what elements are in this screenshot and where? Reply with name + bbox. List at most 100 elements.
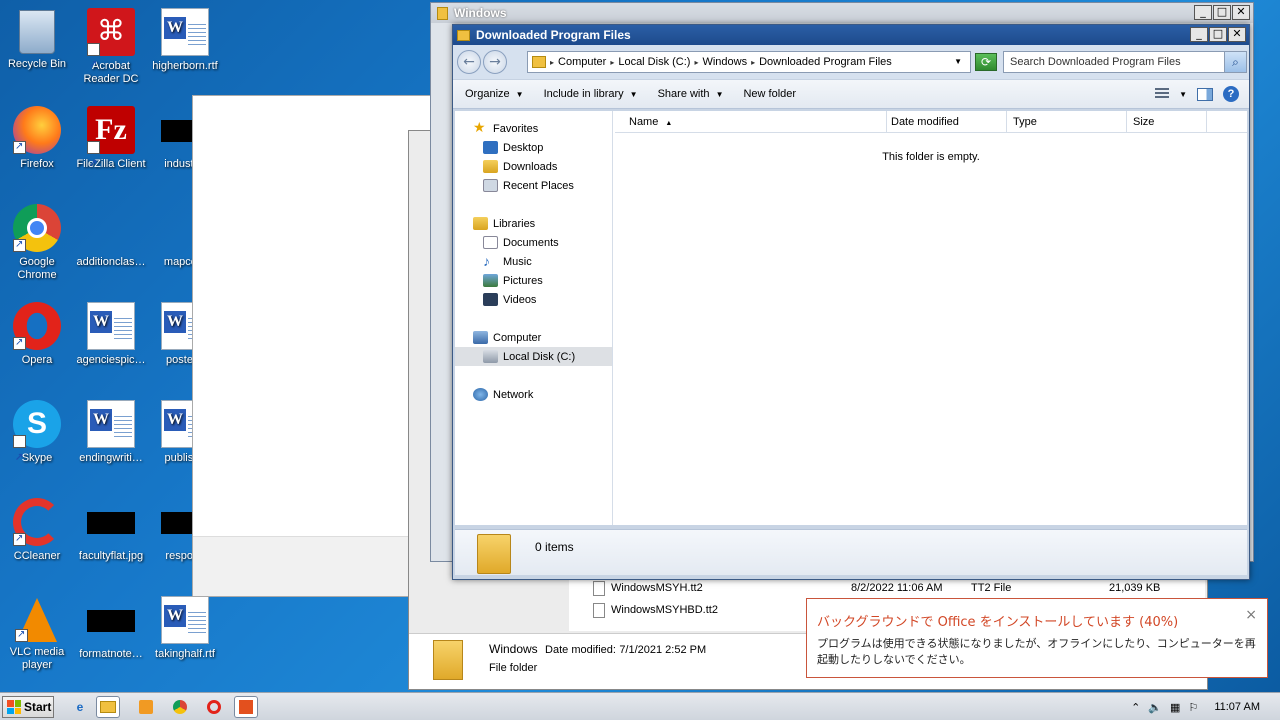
show-hidden-icons-icon[interactable]: ⌃	[1131, 701, 1140, 714]
opera-icon[interactable]	[202, 696, 226, 718]
refresh-button[interactable]: ⟳	[975, 53, 997, 71]
clock[interactable]: 11:07 AM	[1214, 701, 1260, 713]
include-in-library-menu[interactable]: Include in library ▼	[544, 88, 638, 100]
breadcrumb-local-disk[interactable]: Local Disk (C:)	[618, 56, 690, 68]
desktop-icon-vlc[interactable]: VLC media player	[0, 596, 74, 672]
file-list[interactable]: Name ▲ Date modified Type Size This fold…	[615, 111, 1247, 525]
action-center-flag-icon[interactable]: ⚐	[1188, 701, 1198, 714]
column-header-type[interactable]: Type	[1007, 111, 1127, 132]
nav-pictures[interactable]: Pictures	[483, 271, 543, 290]
desktop-icon-acrobat[interactable]: ⌘ Acrobat Reader DC	[74, 8, 148, 88]
back-button[interactable]: ←	[457, 50, 481, 74]
desktop-icon-higherborn[interactable]: higherborn.rtf	[148, 8, 222, 73]
minimize-button[interactable]: _	[1194, 5, 1212, 20]
close-button[interactable]: ✕	[1228, 27, 1246, 42]
column-header-size[interactable]: Size	[1127, 111, 1207, 132]
search-icon[interactable]: ⌕	[1224, 52, 1246, 72]
network-icon	[473, 388, 488, 401]
desktop-icon-label: CCleaner	[13, 550, 61, 562]
media-player-icon[interactable]	[134, 696, 158, 718]
close-button[interactable]: ✕	[1232, 5, 1250, 20]
breadcrumb-computer[interactable]: Computer	[558, 56, 606, 68]
office-install-notification[interactable]: バックグラウンドで Office をインストールしています (40%) × プロ…	[806, 598, 1268, 678]
network-icon[interactable]: ▦	[1170, 701, 1180, 714]
nav-music[interactable]: ♪ Music	[483, 252, 532, 271]
nav-recent-places[interactable]: Recent Places	[483, 176, 574, 195]
share-with-menu[interactable]: Share with ▼	[658, 88, 724, 100]
desktop-icon-facultyflat[interactable]: facultyflat.jpg	[74, 498, 148, 563]
volume-icon[interactable]: 🔈	[1148, 701, 1162, 714]
folder-icon	[437, 6, 448, 20]
file-size: 21,039 KB	[1109, 582, 1161, 594]
help-icon[interactable]: ?	[1223, 86, 1239, 102]
details-date-label: Date modified:	[545, 644, 616, 656]
file-explorer-icon[interactable]	[96, 696, 120, 718]
nav-libraries[interactable]: Libraries	[473, 214, 535, 233]
desktop-icon-chrome[interactable]: Google Chrome	[0, 204, 74, 282]
blank-window[interactable]	[192, 95, 432, 597]
folder-icon	[433, 640, 463, 680]
nav-documents[interactable]: Documents	[483, 233, 559, 252]
windows-window-titlebar: Windows	[431, 3, 1253, 23]
recycle-bin-icon	[19, 10, 55, 54]
nav-videos[interactable]: Videos	[483, 290, 536, 309]
nav-downloads[interactable]: Downloads	[483, 157, 557, 176]
maximize-button[interactable]: □	[1213, 5, 1231, 20]
blank-window-footer	[193, 536, 431, 596]
desktop-icon-ccleaner[interactable]: CCleaner	[0, 498, 74, 563]
desktop-icon-label: Firefox	[20, 158, 54, 170]
internet-explorer-icon[interactable]: e	[68, 696, 92, 718]
blank-file-icon	[87, 204, 135, 252]
desktop-icon-label: formatnote…	[79, 648, 143, 660]
file-type: TT2 File	[971, 582, 1012, 594]
column-header-date-modified[interactable]: Date modified	[887, 111, 1007, 132]
desktop-icon-label: Skype	[21, 452, 53, 464]
details-type: File folder	[489, 662, 538, 674]
close-icon[interactable]: ×	[1245, 607, 1257, 623]
desktop-icon-firefox[interactable]: Firefox	[0, 106, 74, 171]
column-header-name[interactable]: Name ▲	[615, 111, 887, 132]
shortcut-arrow-icon	[13, 532, 26, 546]
nav-desktop[interactable]: Desktop	[483, 138, 543, 157]
chevron-down-icon[interactable]: ▼	[1179, 90, 1187, 99]
word-doc-icon	[87, 302, 135, 350]
maximize-button[interactable]: □	[1209, 27, 1227, 42]
breadcrumb-windows[interactable]: Windows	[702, 56, 747, 68]
desktop-icon-recycle-bin[interactable]: Recycle Bin	[0, 8, 74, 71]
organize-menu[interactable]: Organize ▼	[465, 88, 524, 100]
desktop-icon-additionclas[interactable]: additionclas…	[74, 204, 148, 269]
image-thumbnail-icon	[87, 610, 135, 632]
desktop-icon-takinghalf[interactable]: takinghalf.rtf	[148, 596, 222, 661]
search-input[interactable]: Search Downloaded Program Files ⌕	[1003, 51, 1247, 73]
windows-window-title: Windows	[454, 6, 507, 20]
preview-pane-icon[interactable]	[1197, 87, 1213, 101]
nav-computer[interactable]: Computer	[473, 328, 541, 347]
chevron-down-icon[interactable]: ▼	[954, 57, 962, 66]
office-icon[interactable]	[234, 696, 258, 718]
explorer-window[interactable]: Downloaded Program Files _ □ ✕ ← → ▸ Com…	[452, 24, 1250, 580]
shortcut-arrow-icon	[87, 42, 100, 88]
desktop-icon-filezilla[interactable]: Fz FileZilla Client	[74, 106, 148, 188]
desktop-icon-formatnote[interactable]: formatnote…	[74, 596, 148, 661]
nav-favorites[interactable]: ★ Favorites	[473, 119, 538, 138]
desktop-icon-endingwriti[interactable]: endingwriti…	[74, 400, 148, 465]
explorer-title: Downloaded Program Files	[476, 28, 631, 42]
minimize-button[interactable]: _	[1190, 27, 1208, 42]
explorer-titlebar: Downloaded Program Files	[453, 25, 1249, 45]
chrome-icon[interactable]	[168, 696, 192, 718]
desktop-icon-skype[interactable]: S Skype	[0, 400, 74, 482]
taskbar: Start e ⌃ 🔈 ▦ ⚐ 11:07 AM	[0, 692, 1280, 720]
view-options-icon[interactable]	[1155, 88, 1170, 100]
forward-button[interactable]: →	[483, 50, 507, 74]
desktop-icon-agenciespic[interactable]: agenciespic…	[74, 302, 148, 367]
nav-network[interactable]: Network	[473, 385, 533, 404]
search-placeholder: Search Downloaded Program Files	[1010, 56, 1181, 68]
nav-local-disk[interactable]: Local Disk (C:)	[455, 347, 612, 366]
address-bar[interactable]: ▸ Computer ▸ Local Disk (C:) ▸ Windows ▸…	[527, 51, 971, 73]
breadcrumb-downloaded-program-files[interactable]: Downloaded Program Files	[759, 56, 892, 68]
new-folder-button[interactable]: New folder	[743, 88, 796, 100]
file-row[interactable]: WindowsMSYH.tt2 8/2/2022 11:06 AM TT2 Fi…	[593, 578, 1213, 598]
shortcut-arrow-icon	[13, 336, 26, 350]
start-button[interactable]: Start	[2, 696, 54, 718]
desktop-icon-opera[interactable]: Opera	[0, 302, 74, 367]
